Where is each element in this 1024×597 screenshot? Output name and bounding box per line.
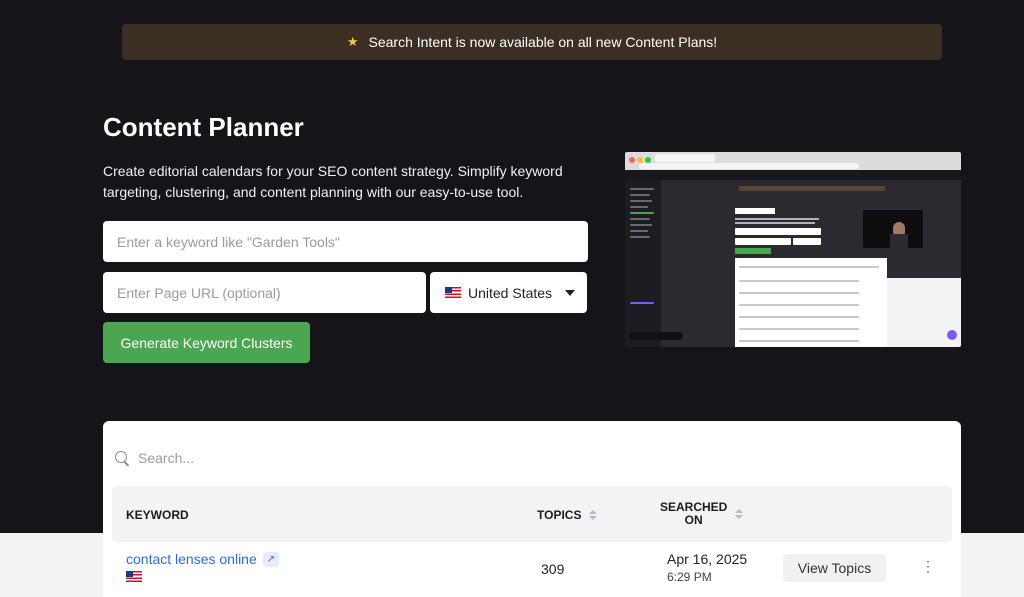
keyword-link[interactable]: contact lenses online ↗ — [126, 551, 279, 567]
table-search-input[interactable] — [138, 450, 538, 466]
table-header: KEYWORD TOPICS SEARCHEDON — [112, 486, 952, 542]
generate-keyword-clusters-button[interactable]: Generate Keyword Clusters — [103, 322, 310, 363]
topics-count: 309 — [541, 561, 564, 577]
search-icon — [115, 451, 130, 466]
announcement-banner[interactable]: ★ Search Intent is now available on all … — [122, 24, 942, 60]
table-search — [113, 443, 538, 473]
caret-down-icon — [565, 290, 575, 296]
video-sidebar — [625, 180, 661, 347]
country-select[interactable]: United States — [430, 272, 587, 313]
video-browser-bar — [625, 152, 961, 170]
keyword-input[interactable] — [103, 221, 588, 262]
sort-icon — [589, 510, 597, 520]
view-topics-button[interactable]: View Topics — [783, 554, 886, 582]
sort-icon — [735, 509, 743, 519]
star-icon: ★ — [347, 34, 359, 50]
banner-text: Search Intent is now available on all ne… — [369, 34, 718, 50]
column-header-topics[interactable]: TOPICS — [537, 508, 597, 522]
us-flag-icon — [126, 571, 142, 582]
webcam-overlay — [863, 210, 923, 248]
keyword-table-panel: KEYWORD TOPICS SEARCHEDON contact lenses… — [103, 421, 961, 597]
more-options-icon[interactable]: ⋮ — [921, 559, 935, 573]
chat-bubble-icon[interactable] — [947, 330, 957, 340]
page-description: Create editorial calendars for your SEO … — [103, 161, 573, 203]
table-row: contact lenses online ↗ 309 Apr 16, 2025… — [103, 547, 961, 597]
demo-video-thumbnail[interactable] — [625, 152, 961, 347]
page-url-input[interactable] — [103, 272, 426, 313]
searched-time: 6:29 PM — [667, 570, 712, 584]
page-title: Content Planner — [103, 112, 304, 143]
video-controls[interactable] — [629, 332, 683, 340]
column-header-searched-on[interactable]: SEARCHEDON — [660, 501, 743, 527]
us-flag-icon — [445, 287, 461, 298]
searched-date: Apr 16, 2025 — [667, 551, 747, 567]
external-link-icon[interactable]: ↗ — [263, 552, 279, 567]
column-header-keyword: KEYWORD — [126, 508, 189, 522]
country-label: United States — [468, 285, 552, 301]
